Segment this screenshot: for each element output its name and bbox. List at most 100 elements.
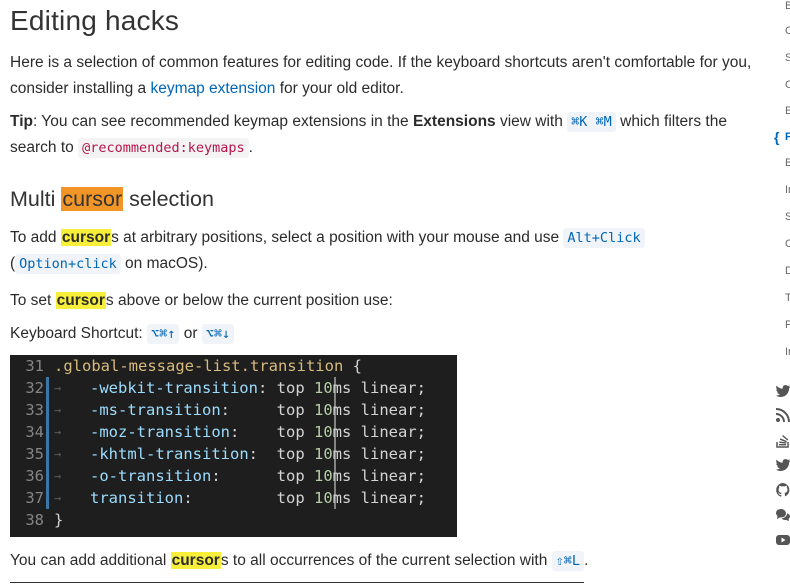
css-property: transition [164, 379, 258, 397]
tab-arrow-icon: → [54, 425, 62, 439]
sidebar-nav-item[interactable]: Ir [785, 346, 790, 358]
shortcut-cursor-up: ⌥⌘↑ [147, 324, 180, 344]
css-selector: .global-message-list.transition [54, 357, 344, 375]
css-value: ms linear; [332, 423, 426, 441]
line-number: 38 [25, 511, 44, 529]
colon: : [183, 489, 277, 507]
css-prefix: -moz- [90, 423, 137, 441]
colon: : [211, 467, 277, 485]
css-value: ms linear; [332, 467, 426, 485]
code-text: -ms-transition: top 10ms linear; [90, 399, 426, 421]
css-value: top [276, 379, 314, 397]
tab-arrow-icon: → [54, 447, 62, 461]
keyboard-shortcut-paragraph: Keyboard Shortcut: ⌥⌘↑ or ⌥⌘↓ [10, 321, 755, 347]
shortcut-option-click: Option+click [15, 254, 121, 274]
keymap-extension-link[interactable]: keymap extension [150, 80, 275, 97]
recommended-filter: @recommended:keymaps [78, 138, 249, 158]
sidebar-nav-item[interactable]: F [785, 319, 790, 331]
css-prefix: -ms- [90, 401, 128, 419]
sidebar-nav-item[interactable]: Ir [785, 184, 790, 196]
css-value: ms linear; [332, 445, 426, 463]
tip-paragraph: Tip: You can see recommended keymap exte… [10, 112, 727, 158]
divider [10, 582, 584, 583]
shortcut-alt-click: Alt+Click [563, 228, 645, 248]
code-text: -moz-transition: top 10ms linear; [90, 421, 426, 443]
css-property: transition [90, 489, 184, 507]
all-occurrences-paragraph: You can add additional cursors to all oc… [10, 551, 589, 571]
intro-paragraph: Here is a selection of common features f… [10, 54, 752, 97]
css-property: transition [136, 423, 230, 441]
selection-marker [46, 487, 49, 509]
code-text: transition: top 10ms linear; [90, 487, 426, 509]
colon: : [230, 423, 277, 441]
selection-marker [46, 465, 49, 487]
code-text: -khtml-transition: top 10ms linear; [90, 443, 426, 465]
sidebar-nav-item[interactable]: E [785, 105, 790, 117]
shortcut-keymaps: ⌘K ⌘M [567, 112, 616, 132]
shortcut-select-all-occurrences: ⇧⌘L [551, 551, 585, 571]
brace: { [343, 357, 362, 375]
css-number: 10 [313, 467, 333, 485]
twitter-icon[interactable] [775, 383, 790, 399]
sidebar-nav-item[interactable]: C [785, 79, 790, 91]
chat-icon[interactable] [775, 507, 790, 523]
css-prefix: -o- [90, 467, 118, 485]
brace: } [54, 511, 64, 529]
twitter-icon[interactable] [775, 457, 790, 473]
selection-marker [46, 377, 49, 399]
tab-arrow-icon: → [54, 469, 62, 483]
search-highlight: cursor [60, 229, 112, 246]
sidebar-nav-item[interactable]: T [785, 292, 790, 304]
code-line: 32 → -webkit-transition: top 10ms linear; [10, 377, 457, 399]
sidebar-nav-item[interactable]: D [785, 265, 790, 277]
code-line: 35 → -khtml-transition: top 10ms linear; [10, 443, 457, 465]
tab-arrow-icon: → [54, 403, 62, 417]
css-property: transition [127, 401, 221, 419]
youtube-icon[interactable] [775, 532, 790, 548]
tab-arrow-icon: → [54, 381, 62, 395]
code-line: 38} [10, 509, 457, 531]
selection-marker [46, 421, 49, 443]
code-line: 31 .global-message-list.transition { [10, 355, 457, 377]
selection-marker [46, 443, 49, 465]
sidebar-nav-item-active[interactable]: F [785, 131, 790, 143]
section-title: Multi cursor selection [10, 187, 214, 211]
code-text: } [54, 509, 63, 531]
css-value: ms linear; [332, 401, 426, 419]
css-value: top [276, 445, 314, 463]
rss-icon[interactable] [775, 407, 790, 423]
right-sidebar: B C S C E E Ir S C D T F Ir { F [772, 0, 790, 584]
css-number: 10 [313, 401, 333, 419]
tab-arrow-icon: → [54, 491, 62, 505]
colon: : [257, 379, 277, 397]
stackoverflow-icon[interactable] [775, 432, 790, 448]
search-highlight-current: cursor [61, 187, 124, 211]
code-line: 37 → transition: top 10ms linear; [10, 487, 457, 509]
css-value: top [276, 401, 314, 419]
css-number: 10 [313, 489, 333, 507]
search-highlight: cursor [55, 292, 106, 309]
code-text: -o-transition: top 10ms linear; [90, 465, 426, 487]
github-icon[interactable] [775, 482, 790, 498]
sidebar-nav-item[interactable]: C [785, 238, 790, 250]
line-number: 33 [25, 401, 44, 419]
line-number: 35 [25, 445, 44, 463]
code-line: 34 → -moz-transition: top 10ms linear; [10, 421, 457, 443]
css-number: 10 [314, 423, 333, 441]
code-text: -webkit-transition: top 10ms linear; [90, 377, 426, 399]
line-number: 36 [25, 467, 44, 485]
page-title: Editing hacks [10, 5, 180, 36]
line-number: 37 [25, 489, 44, 507]
sidebar-nav-item[interactable]: B [785, 0, 790, 12]
sidebar-active-marker: { [774, 129, 780, 145]
css-number: 10 [313, 379, 333, 397]
css-value: top [276, 423, 314, 441]
code-line: 33 → -ms-transition: top 10ms linear; [10, 399, 457, 421]
css-number: 10 [313, 445, 333, 463]
sidebar-nav-item[interactable]: E [785, 157, 790, 169]
sidebar-nav-item[interactable]: S [785, 52, 790, 64]
sidebar-nav-item[interactable]: S [785, 211, 790, 223]
css-value: ms linear; [332, 489, 426, 507]
search-highlight: cursor [170, 552, 221, 569]
sidebar-nav-item[interactable]: C [785, 25, 790, 37]
